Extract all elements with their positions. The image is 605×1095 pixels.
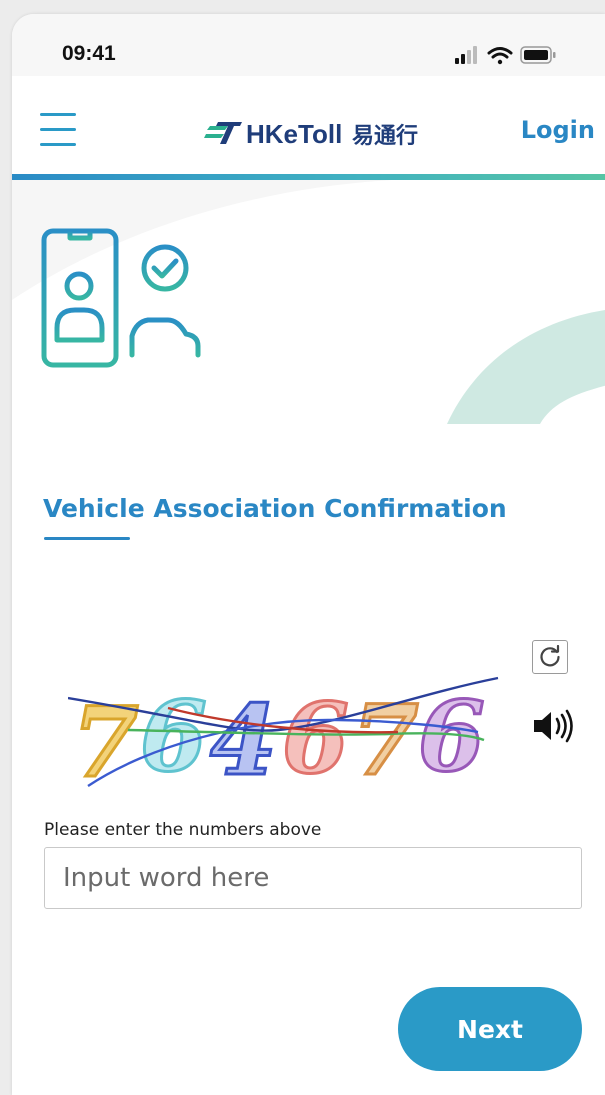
captcha-digit: 7 [72, 686, 139, 799]
wifi-icon [487, 47, 513, 65]
signal-icon [455, 46, 477, 64]
captcha-instruction: Please enter the numbers above [44, 820, 322, 840]
refresh-icon [540, 645, 560, 667]
status-time: 09:41 [62, 42, 116, 65]
captcha-refresh-button[interactable] [532, 640, 568, 674]
page-title: Vehicle Association Confirmation [43, 494, 507, 523]
speaker-icon [534, 709, 573, 743]
status-bar: 09:41 [12, 14, 605, 76]
phone-screen: 09:41 HKeToll 易通行 Login Vehicle Associat… [12, 14, 605, 1095]
brand-name-zh: 易通行 [352, 123, 418, 148]
captcha-audio-button[interactable] [532, 708, 576, 744]
brand-logo: HKeToll 易通行 [204, 116, 434, 149]
captcha-input[interactable] [44, 847, 582, 909]
captcha-digit: 6 [282, 682, 349, 795]
battery-icon [520, 46, 556, 64]
login-link[interactable]: Login [521, 116, 595, 144]
captcha-digit: 6 [140, 680, 207, 793]
hamburger-icon[interactable] [40, 113, 76, 147]
status-icons [455, 44, 575, 72]
app-header: HKeToll 易通行 Login [12, 76, 605, 180]
next-button[interactable]: Next [398, 987, 582, 1071]
etoll-mark-icon [204, 122, 242, 144]
captcha-image: 7 6 4 6 7 6 [67, 674, 508, 808]
captcha-digit: 4 [210, 684, 277, 797]
phone-user-car-check-icon [41, 228, 201, 368]
title-underline [44, 537, 130, 540]
brand-name: HKeToll [246, 119, 342, 148]
decorative-arc [447, 310, 605, 424]
